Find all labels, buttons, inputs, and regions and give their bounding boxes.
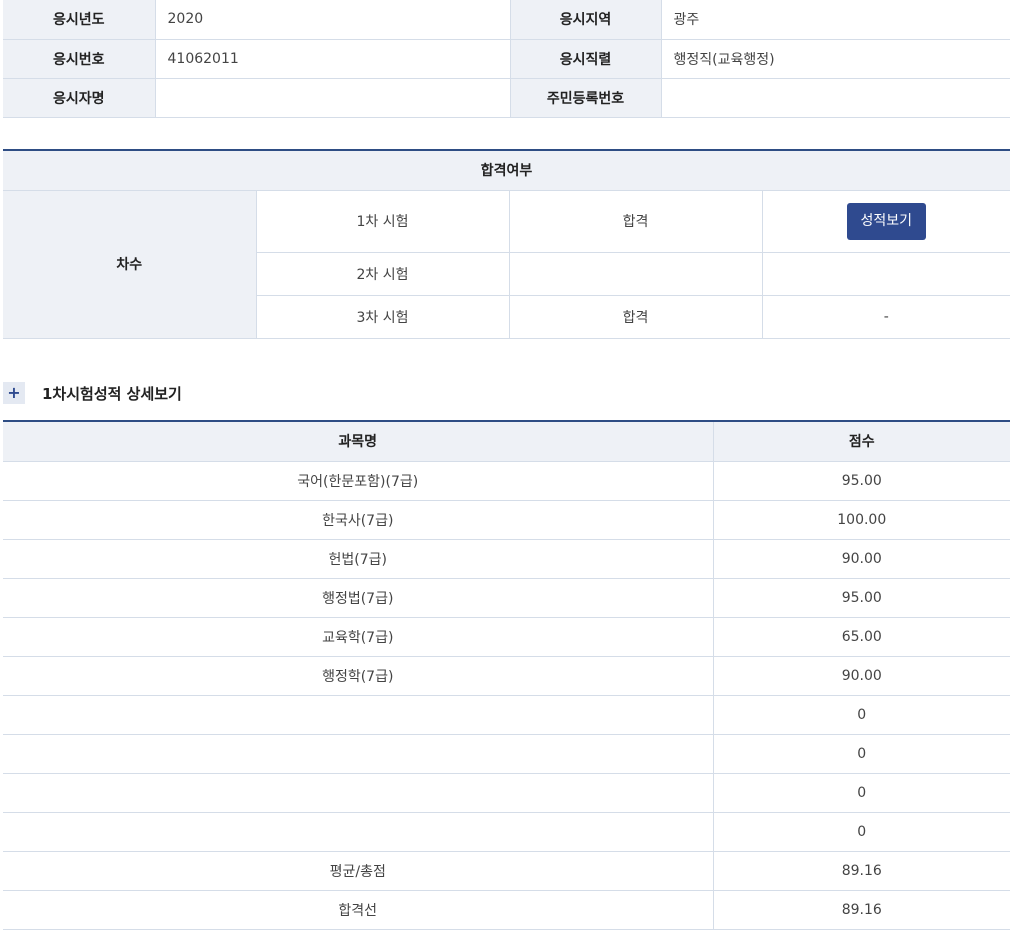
exam-year-value: 2020 xyxy=(155,0,511,40)
resident-number-value xyxy=(661,77,1010,118)
stage-row: 차수 1차 시험 합격 성적보기 xyxy=(3,189,1010,339)
score-cell: 90.00 xyxy=(713,538,1010,579)
table-row: 0 xyxy=(3,733,1010,774)
score-cell: 0 xyxy=(713,733,1010,774)
subject-cell xyxy=(3,811,714,852)
info-row: 응시자명 주민등록번호 xyxy=(3,77,1010,118)
exam-series-value: 행정직(교육행정) xyxy=(661,38,1010,79)
score-cell: 0 xyxy=(713,694,1010,735)
table-row: 0 xyxy=(3,694,1010,735)
subject-cell: 행정법(7급) xyxy=(3,577,714,618)
score-cell: 90.00 xyxy=(713,655,1010,696)
score-detail-table: 과목명 점수 국어(한문포함)(7급) 95.00 한국사(7급) 100.00… xyxy=(3,420,1010,930)
subject-cell xyxy=(3,694,714,735)
subject-cell: 한국사(7급) xyxy=(3,499,714,540)
score-cell: 100.00 xyxy=(713,499,1010,540)
exam-year-label: 응시년도 xyxy=(3,0,156,40)
applicant-name-label: 응시자명 xyxy=(3,77,156,118)
cutoff-score: 89.16 xyxy=(713,889,1010,930)
subject-cell: 헌법(7급) xyxy=(3,538,714,579)
subject-cell: 교육학(7급) xyxy=(3,616,714,657)
exam-region-value: 광주 xyxy=(661,0,1010,40)
score-cell: 95.00 xyxy=(713,577,1010,618)
resident-number-label: 주민등록번호 xyxy=(510,77,662,118)
view-scores-button[interactable]: 성적보기 xyxy=(846,202,927,240)
pass-result-table: 합격여부 차수 1차 시험 합격 성적보기 2차 시험 3차 시험 합격 - xyxy=(3,149,1010,339)
cutoff-row: 합격선 89.16 xyxy=(3,889,1010,930)
stage-status xyxy=(509,251,763,296)
table-row: 헌법(7급) 90.00 xyxy=(3,538,1010,579)
subject-cell xyxy=(3,772,714,813)
subject-column-header: 과목명 xyxy=(3,420,714,462)
applicant-info-table: 응시년도 2020 응시지역 광주 응시번호 41062011 응시직렬 행정직… xyxy=(3,0,1010,118)
exam-region-label: 응시지역 xyxy=(510,0,662,40)
subject-cell: 국어(한문포함)(7급) xyxy=(3,460,714,501)
score-cell: 65.00 xyxy=(713,616,1010,657)
exam-series-label: 응시직렬 xyxy=(510,38,662,79)
subject-cell: 행정학(7급) xyxy=(3,655,714,696)
average-row: 평균/총점 89.16 xyxy=(3,850,1010,891)
table-row: 0 xyxy=(3,772,1010,813)
score-table-header: 과목명 점수 xyxy=(3,420,1010,462)
exam-number-label: 응시번호 xyxy=(3,38,156,79)
score-cell: 0 xyxy=(713,811,1010,852)
detail-title: 1차시험성적 상세보기 xyxy=(42,384,182,403)
subject-cell xyxy=(3,733,714,774)
average-label: 평균/총점 xyxy=(3,850,714,891)
table-row: 0 xyxy=(3,811,1010,852)
stage-status: 합격 xyxy=(509,294,763,339)
table-row: 교육학(7급) 65.00 xyxy=(3,616,1010,657)
stage-name: 2차 시험 xyxy=(256,251,510,296)
average-score: 89.16 xyxy=(713,850,1010,891)
stage-name: 1차 시험 xyxy=(256,189,510,253)
info-row: 응시년도 2020 응시지역 광주 xyxy=(3,0,1010,40)
cutoff-label: 합격선 xyxy=(3,889,714,930)
stage-label: 차수 xyxy=(3,189,257,339)
score-cell: 0 xyxy=(713,772,1010,813)
table-row: 행정법(7급) 95.00 xyxy=(3,577,1010,618)
stage-name: 3차 시험 xyxy=(256,294,510,339)
stage-action-cell: 성적보기 xyxy=(762,189,1010,253)
table-row: 행정학(7급) 90.00 xyxy=(3,655,1010,696)
applicant-name-value xyxy=(155,77,511,118)
score-cell: 95.00 xyxy=(713,460,1010,501)
stage-status: 합격 xyxy=(509,189,763,253)
info-row: 응시번호 41062011 응시직렬 행정직(교육행정) xyxy=(3,38,1010,79)
stage-action-cell xyxy=(762,251,1010,296)
detail-section-heading: + 1차시험성적 상세보기 xyxy=(3,380,182,406)
score-column-header: 점수 xyxy=(713,420,1010,462)
pass-status-header: 합격여부 xyxy=(3,149,1010,191)
plus-icon[interactable]: + xyxy=(3,382,25,404)
stage-action-cell: - xyxy=(762,294,1010,339)
table-row: 국어(한문포함)(7급) 95.00 xyxy=(3,460,1010,501)
exam-number-value: 41062011 xyxy=(155,38,511,79)
table-row: 한국사(7급) 100.00 xyxy=(3,499,1010,540)
